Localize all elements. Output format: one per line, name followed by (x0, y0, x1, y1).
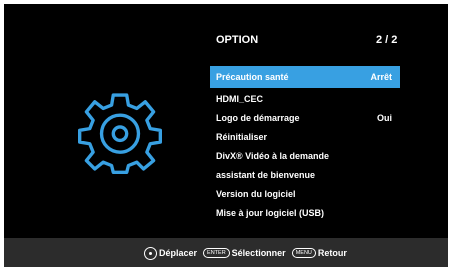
footer-bar: Déplacer ENTER Sélectionner MENU Retour (4, 238, 448, 267)
menu-item-label: Logo de démarrage (216, 113, 300, 123)
menu-item-label: HDMI_CEC (216, 94, 264, 104)
option-menu: Précaution santé Arrêt HDMI_CEC Logo de … (210, 66, 400, 223)
enter-key-icon: ENTER (203, 248, 230, 258)
menu-item-reset[interactable]: Réinitialiser (210, 128, 400, 147)
menu-item-label: Version du logiciel (216, 189, 296, 199)
menu-item-label: DivX® Vidéo à la demande (216, 151, 330, 161)
button-hints: Déplacer ENTER Sélectionner MENU Retour (144, 245, 347, 261)
menu-item-health-warning[interactable]: Précaution santé Arrêt (210, 66, 400, 88)
menu-item-welcome-wizard[interactable]: assistant de bienvenue (210, 166, 400, 185)
menu-item-divx-vod[interactable]: DivX® Vidéo à la demande (210, 147, 400, 166)
menu-item-value: Oui (377, 113, 392, 123)
page-number: 2 / 2 (376, 34, 398, 46)
move-hint: Déplacer (159, 248, 198, 258)
menu-item-label: Précaution santé (216, 72, 289, 82)
menu-item-hdmi-cec[interactable]: HDMI_CEC (210, 90, 400, 109)
menu-item-label: assistant de bienvenue (216, 170, 316, 180)
page-title: OPTION (216, 34, 259, 46)
menu-key-icon: MENU (291, 248, 316, 258)
gear-icon (78, 93, 162, 174)
back-hint: Retour (317, 248, 347, 258)
menu-item-label: Mise à jour logiciel (USB) (216, 208, 325, 218)
tv-screen: OPTION 2 / 2 Précaution santé Arrêt HDMI… (4, 4, 448, 267)
menu-item-software-update[interactable]: Mise à jour logiciel (USB) (210, 204, 400, 223)
dpad-icon (144, 246, 157, 260)
select-hint: Sélectionner (231, 248, 286, 258)
menu-item-label: Réinitialiser (216, 132, 268, 142)
menu-item-value: Arrêt (370, 72, 392, 82)
menu-item-boot-logo[interactable]: Logo de démarrage Oui (210, 109, 400, 128)
menu-item-software-version[interactable]: Version du logiciel (210, 185, 400, 204)
